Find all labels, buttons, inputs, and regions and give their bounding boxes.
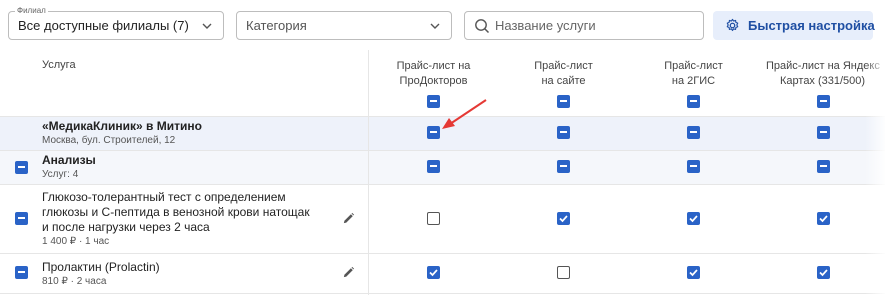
service-name-line: и после нагрузки через 2 часа (42, 220, 210, 234)
column-checkbox-2gis[interactable] (687, 95, 700, 108)
service-meta: 1 400 ₽ · 1 час (42, 236, 110, 247)
column-header-yandex: Прайс-лист на Яндекс Картах (331/500) (766, 59, 881, 89)
column-header-line: Картах (331/500) (780, 75, 866, 87)
group-checkbox-yandex[interactable] (817, 160, 830, 173)
column-header-line: Прайс-лист на (396, 60, 471, 72)
service-name-line: глюкозы и С-пептида в венозной крови нат… (42, 205, 310, 219)
divider (0, 184, 885, 185)
service-checkbox-2gis[interactable] (687, 212, 700, 225)
edit-pencil-icon[interactable] (342, 212, 355, 225)
clinic-checkbox-site[interactable] (557, 126, 570, 139)
column-header-site: Прайс-лист на сайте (526, 59, 601, 89)
column-checkbox-site[interactable] (557, 95, 570, 108)
edit-pencil-icon[interactable] (342, 266, 355, 279)
category-select-placeholder: Категория (246, 18, 307, 33)
clinic-address: Москва, бул. Строителей, 12 (42, 135, 176, 146)
column-header-line: Прайс-лист (534, 60, 593, 72)
divider (0, 253, 885, 254)
quick-setup-label: Быстрая настройка (748, 18, 875, 33)
group-checkbox[interactable] (15, 161, 28, 174)
clinic-checkbox-2gis[interactable] (687, 126, 700, 139)
search-field[interactable] (464, 11, 704, 40)
quick-setup-button[interactable]: Быстрая настройка (713, 11, 875, 40)
group-name: Анализы (42, 153, 96, 167)
column-header-2gis: Прайс-лист на 2ГИС (656, 59, 731, 89)
branch-select[interactable]: Филиал Все доступные филиалы (7) (8, 6, 224, 40)
column-header-line: Прайс-лист на Яндекс (766, 60, 880, 72)
service-row-checkbox[interactable] (15, 212, 28, 225)
service-checkbox-yandex[interactable] (817, 266, 830, 279)
service-column-header: Услуга (42, 59, 76, 71)
service-checkbox-yandex[interactable] (817, 212, 830, 225)
gear-icon (726, 18, 739, 32)
branch-select-label: Филиал (15, 6, 48, 16)
column-header-line: ПроДокторов (399, 75, 468, 87)
category-select[interactable]: Категория (236, 11, 452, 40)
column-header-line: Прайс-лист (664, 60, 723, 72)
service-checkbox-prodoctorov[interactable] (427, 266, 440, 279)
chevron-down-icon (430, 23, 440, 29)
service-checkbox-prodoctorov[interactable] (427, 212, 440, 225)
clinic-checkbox-prodoctorov[interactable] (427, 126, 440, 139)
column-header-line: на сайте (541, 75, 586, 87)
service-checkbox-site[interactable] (557, 266, 570, 279)
chevron-down-icon (202, 23, 212, 29)
column-header-prodoctorov: Прайс-лист на ПроДокторов (396, 59, 471, 89)
branch-select-value: Все доступные филиалы (7) (18, 18, 189, 33)
divider (0, 293, 885, 294)
service-meta: 810 ₽ · 2 часа (42, 276, 107, 287)
service-checkbox-2gis[interactable] (687, 266, 700, 279)
service-name-line: Глюкозо-толерантный тест с определением (42, 190, 286, 204)
service-row-checkbox[interactable] (15, 266, 28, 279)
group-checkbox-site[interactable] (557, 160, 570, 173)
service-name: Глюкозо-толерантный тест с определением … (42, 190, 310, 235)
clinic-checkbox-yandex[interactable] (817, 126, 830, 139)
column-checkbox-yandex[interactable] (817, 95, 830, 108)
search-input[interactable] (495, 16, 695, 35)
divider (0, 150, 885, 151)
group-count: Услуг: 4 (42, 169, 79, 180)
search-icon (475, 19, 490, 34)
column-checkbox-prodoctorov[interactable] (427, 95, 440, 108)
group-checkbox-2gis[interactable] (687, 160, 700, 173)
service-checkbox-site[interactable] (557, 212, 570, 225)
column-divider (368, 50, 369, 295)
filters-toolbar: Филиал Все доступные филиалы (7) Категор… (0, 0, 885, 50)
column-header-line: на 2ГИС (671, 75, 716, 87)
group-row (0, 150, 885, 184)
group-checkbox-prodoctorov[interactable] (427, 160, 440, 173)
clinic-name: «МедикаКлиник» в Митино (42, 119, 202, 133)
service-name: Пролактин (Prolactin) (42, 260, 160, 274)
annotation-arrow-icon (442, 99, 487, 129)
